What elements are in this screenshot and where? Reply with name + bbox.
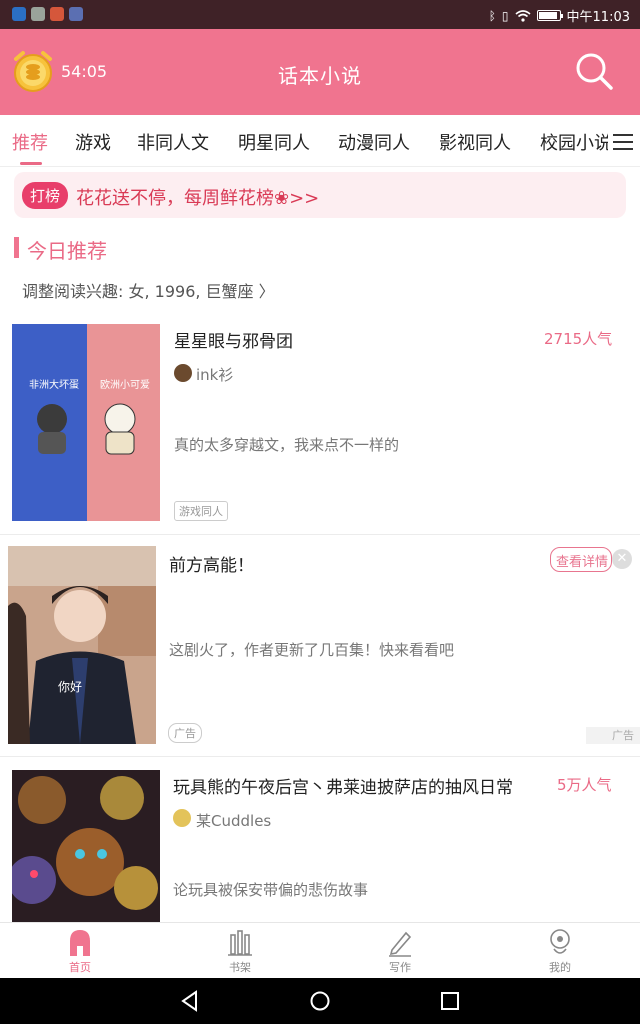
home-icon xyxy=(70,930,90,956)
list-item[interactable]: 玩具熊的午夜后宫丶弗莱迪披萨店的抽风日常 5万人气 某Cuddles 论玩具被保… xyxy=(0,757,640,922)
book-title: 玩具熊的午夜后宫丶弗莱迪披萨店的抽风日常 xyxy=(173,778,513,798)
section-marker xyxy=(14,237,19,258)
search-icon[interactable] xyxy=(574,51,614,91)
status-bar: ᛒ ▯ 中午11:03 xyxy=(0,0,640,29)
app-header: 54:05 话本小说 xyxy=(0,29,640,115)
profile-icon xyxy=(550,929,570,954)
ad-description: 这剧火了，作者更新了几百集！快来看看吧 xyxy=(169,641,455,659)
status-time: 中午11:03 xyxy=(566,10,630,25)
nav-label: 首页 xyxy=(69,961,91,974)
book-title: 星星眼与邪骨团 xyxy=(174,332,293,352)
author-avatar xyxy=(173,809,191,827)
close-ad-icon[interactable]: ✕ xyxy=(612,549,632,569)
view-details-button[interactable]: 查看详情 xyxy=(550,547,612,572)
book-tag: 游戏同人 xyxy=(174,501,228,521)
tab-campus[interactable]: 校园小说 xyxy=(540,129,608,155)
banner-text: 花花送不停，每周鲜花榜❀>> xyxy=(76,188,320,209)
book-author: 某Cuddles xyxy=(196,812,272,830)
wifi-icon xyxy=(515,9,531,22)
book-cover: 非洲大坏蛋 欧洲小可爱 xyxy=(12,324,160,521)
cover-label-right: 欧洲小可爱 xyxy=(100,380,150,391)
settings-app-icon xyxy=(69,7,83,21)
category-tabs: 推荐 游戏 非同人文 明星同人 动漫同人 影视同人 校园小说 xyxy=(0,115,640,167)
book-popularity: 5万人气 xyxy=(557,776,612,794)
book-cover xyxy=(12,770,160,922)
tab-film[interactable]: 影视同人 xyxy=(439,129,511,155)
bottom-navigation: 首页 书架 写作 我的 xyxy=(0,922,640,978)
ad-image-caption: 你好 xyxy=(58,680,83,694)
pencil-icon xyxy=(389,931,412,957)
book-author: ink衫 xyxy=(196,366,234,384)
ad-item[interactable]: 你好 前方高能！ 这剧火了，作者更新了几百集！快来看看吧 xyxy=(0,535,640,756)
game-app-icon xyxy=(50,7,64,21)
tab-anime[interactable]: 动漫同人 xyxy=(338,129,410,155)
cover-label-left: 非洲大坏蛋 xyxy=(29,380,79,391)
nav-profile[interactable]: 我的 xyxy=(530,927,590,975)
ad-title: 前方高能！ xyxy=(169,556,254,576)
section-title: 今日推荐 xyxy=(27,239,107,263)
nav-home[interactable]: 首页 xyxy=(50,927,110,975)
system-navigation-bar xyxy=(0,978,640,1024)
battery-icon xyxy=(536,10,563,21)
nav-label: 我的 xyxy=(549,961,571,974)
book-description: 真的太多穿越文，我来点不一样的 xyxy=(174,436,400,454)
nav-label: 书架 xyxy=(229,961,251,974)
ad-tag: 广告 xyxy=(168,723,202,743)
list-item[interactable]: 非洲大坏蛋 欧洲小可爱 星星眼与邪骨团 2715人气 ink衫 真的太多穿越文，… xyxy=(0,310,640,534)
tab-celebrity[interactable]: 明星同人 xyxy=(238,129,310,155)
ad-corner-label: 广告 xyxy=(586,727,640,744)
ranking-badge: 打榜 xyxy=(22,182,69,209)
bluetooth-icon: ᛒ xyxy=(488,8,496,23)
vibrate-icon: ▯ xyxy=(501,8,509,23)
book-description: 论玩具被保安带偏的悲伤故事 xyxy=(173,881,369,899)
tab-recommend[interactable]: 推荐 xyxy=(12,129,48,155)
book-popularity: 2715人气 xyxy=(544,330,613,348)
adjust-interest-link[interactable]: 调整阅读兴趣: 女, 1996, 巨蟹座 〉 xyxy=(22,278,275,302)
flower-ranking-banner[interactable]: 打榜 花花送不停，每周鲜花榜❀>> xyxy=(14,172,626,218)
tab-game[interactable]: 游戏 xyxy=(75,129,111,155)
bookshelf-icon xyxy=(228,930,252,956)
notification-icons xyxy=(12,7,83,21)
home-circle-icon[interactable] xyxy=(309,990,331,1012)
menu-icon[interactable] xyxy=(612,133,634,151)
app-title: 话本小说 xyxy=(278,64,362,88)
tab-active-indicator xyxy=(20,162,42,165)
back-icon[interactable] xyxy=(179,990,201,1012)
wechat-icon xyxy=(31,7,45,21)
app-notification-icon xyxy=(12,7,26,21)
author-avatar xyxy=(174,364,192,382)
nav-write[interactable]: 写作 xyxy=(370,927,430,975)
nav-label: 写作 xyxy=(389,961,411,974)
nav-bookshelf[interactable]: 书架 xyxy=(210,927,270,975)
tab-original[interactable]: 非同人文 xyxy=(137,129,209,155)
ad-image: 你好 xyxy=(8,546,156,744)
recents-icon[interactable] xyxy=(439,990,461,1012)
